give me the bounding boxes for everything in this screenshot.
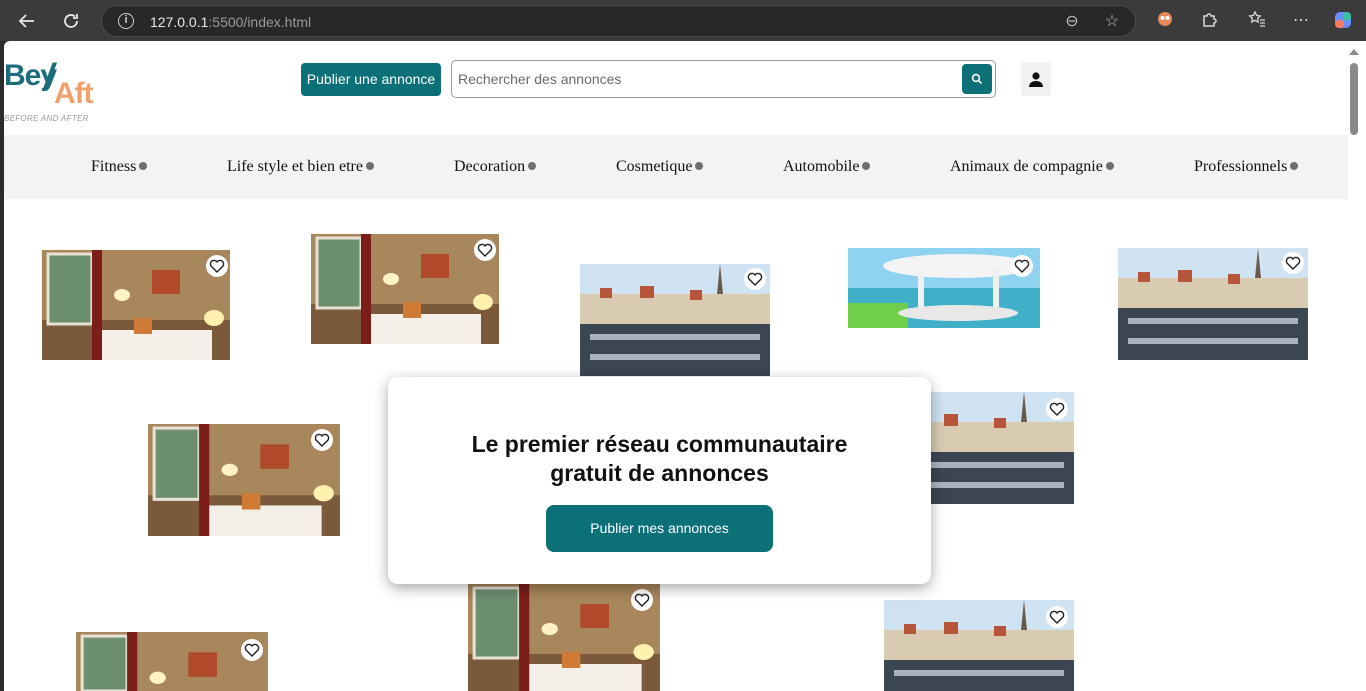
page-scrollbar[interactable] [1348, 41, 1366, 691]
extensions-puzzle-icon[interactable] [1198, 10, 1220, 32]
category-dot-icon [1105, 162, 1114, 170]
search-placeholder: Rechercher des annonces [458, 71, 622, 87]
bedroom-photo [42, 250, 230, 360]
favorite-heart-icon[interactable] [631, 589, 653, 611]
pavilion-photo [848, 248, 1040, 328]
site-logo[interactable]: Bey / Aft BEFORE AND AFTER [4, 57, 114, 127]
category-fitness[interactable]: Fitness [91, 158, 148, 176]
scroll-up-arrow-icon[interactable] [1349, 49, 1359, 55]
favorite-heart-icon[interactable] [744, 268, 766, 290]
search-icon [971, 73, 983, 85]
category-dot-icon [695, 162, 704, 170]
favorite-heart-icon[interactable] [1011, 255, 1033, 277]
search-input[interactable]: Rechercher des annonces [451, 60, 996, 98]
listing-image-bedroom[interactable] [148, 424, 340, 536]
modal-title-line1: Le premier réseau communautaire [471, 431, 848, 457]
favorite-heart-icon[interactable] [474, 239, 496, 261]
listing-image-bedroom[interactable] [42, 250, 230, 360]
category-dot-icon [862, 162, 871, 170]
listing-image-rooftops[interactable] [1118, 248, 1308, 360]
favorite-heart-icon[interactable] [206, 255, 228, 277]
listing-image-rooftops[interactable] [884, 600, 1074, 691]
user-account-button[interactable] [1021, 62, 1051, 96]
url-path: :5500/index.html [208, 14, 312, 30]
category-animaux[interactable]: Animaux de compagnie [950, 158, 1114, 176]
listing-image-bedroom[interactable] [76, 632, 268, 691]
favorite-heart-icon[interactable] [241, 639, 263, 661]
favorite-heart-icon[interactable] [1046, 398, 1068, 420]
category-label: Automobile [783, 158, 860, 175]
category-professionnels[interactable]: Professionnels [1194, 158, 1299, 176]
category-lifestyle[interactable]: Life style et bien etre [227, 158, 374, 176]
profile-extension-icon[interactable] [1154, 10, 1176, 32]
listing-image-bedroom[interactable] [311, 234, 499, 344]
listing-image-pavilion[interactable] [848, 248, 1040, 328]
listing-image-bedroom[interactable] [468, 584, 660, 691]
site-info-icon[interactable]: i [118, 13, 134, 29]
favorite-heart-icon[interactable] [1282, 252, 1304, 274]
category-nav: Fitness Life style et bien etre Decorati… [4, 135, 1348, 199]
rooftops-photo [580, 264, 770, 376]
category-dot-icon [528, 162, 537, 170]
category-label: Cosmetique [616, 158, 693, 175]
category-cosmetique[interactable]: Cosmetique [616, 158, 704, 176]
category-dot-icon [365, 162, 374, 170]
category-dot-icon [139, 162, 148, 170]
browser-toolbar: i 127.0.0.1:5500/index.html ⊖ ☆ ⋯ [0, 0, 1366, 41]
category-dot-icon [1290, 162, 1299, 170]
menu-more-icon[interactable]: ⋯ [1290, 10, 1312, 32]
favorite-heart-icon[interactable] [1046, 606, 1068, 628]
reload-icon[interactable] [58, 8, 84, 34]
category-label: Animaux de compagnie [950, 158, 1103, 175]
favorite-star-icon[interactable]: ☆ [1102, 12, 1122, 32]
modal-title-line2: gratuit de annonces [550, 460, 769, 486]
url-text: 127.0.0.1:5500/index.html [150, 14, 311, 30]
category-label: Decoration [454, 158, 526, 175]
url-host: 127.0.0.1 [150, 14, 209, 30]
bedroom-photo [311, 234, 499, 344]
favorites-list-icon[interactable] [1246, 10, 1268, 32]
page-viewport: Bey / Aft BEFORE AND AFTER Publier une a… [4, 41, 1348, 691]
category-label: Fitness [91, 158, 137, 175]
publish-ad-button[interactable]: Publier une annonce [301, 63, 441, 96]
category-label: Professionnels [1194, 158, 1288, 175]
search-button[interactable] [962, 64, 992, 94]
category-decoration[interactable]: Decoration [454, 158, 537, 176]
more-options-circle-icon[interactable]: ⊖ [1062, 12, 1082, 32]
welcome-modal: Le premier réseau communautaire gratuit … [388, 377, 931, 584]
user-icon [1029, 72, 1043, 87]
copilot-icon[interactable] [1332, 10, 1354, 32]
logo-text-bottom: Aft [54, 77, 94, 110]
back-icon[interactable] [14, 8, 40, 34]
bedroom-photo [76, 632, 268, 691]
publish-my-ads-button[interactable]: Publier mes annonces [546, 505, 773, 552]
favorite-heart-icon[interactable] [311, 429, 333, 451]
logo-tagline: BEFORE AND AFTER [4, 114, 89, 123]
category-automobile[interactable]: Automobile [783, 158, 871, 176]
listing-image-rooftops[interactable] [580, 264, 770, 376]
category-label: Life style et bien etre [227, 158, 363, 175]
address-bar[interactable]: i 127.0.0.1:5500/index.html ⊖ ☆ [101, 5, 1136, 37]
rooftops-photo [1118, 248, 1308, 360]
scrollbar-thumb[interactable] [1350, 63, 1358, 135]
modal-title: Le premier réseau communautaire gratuit … [388, 430, 931, 488]
